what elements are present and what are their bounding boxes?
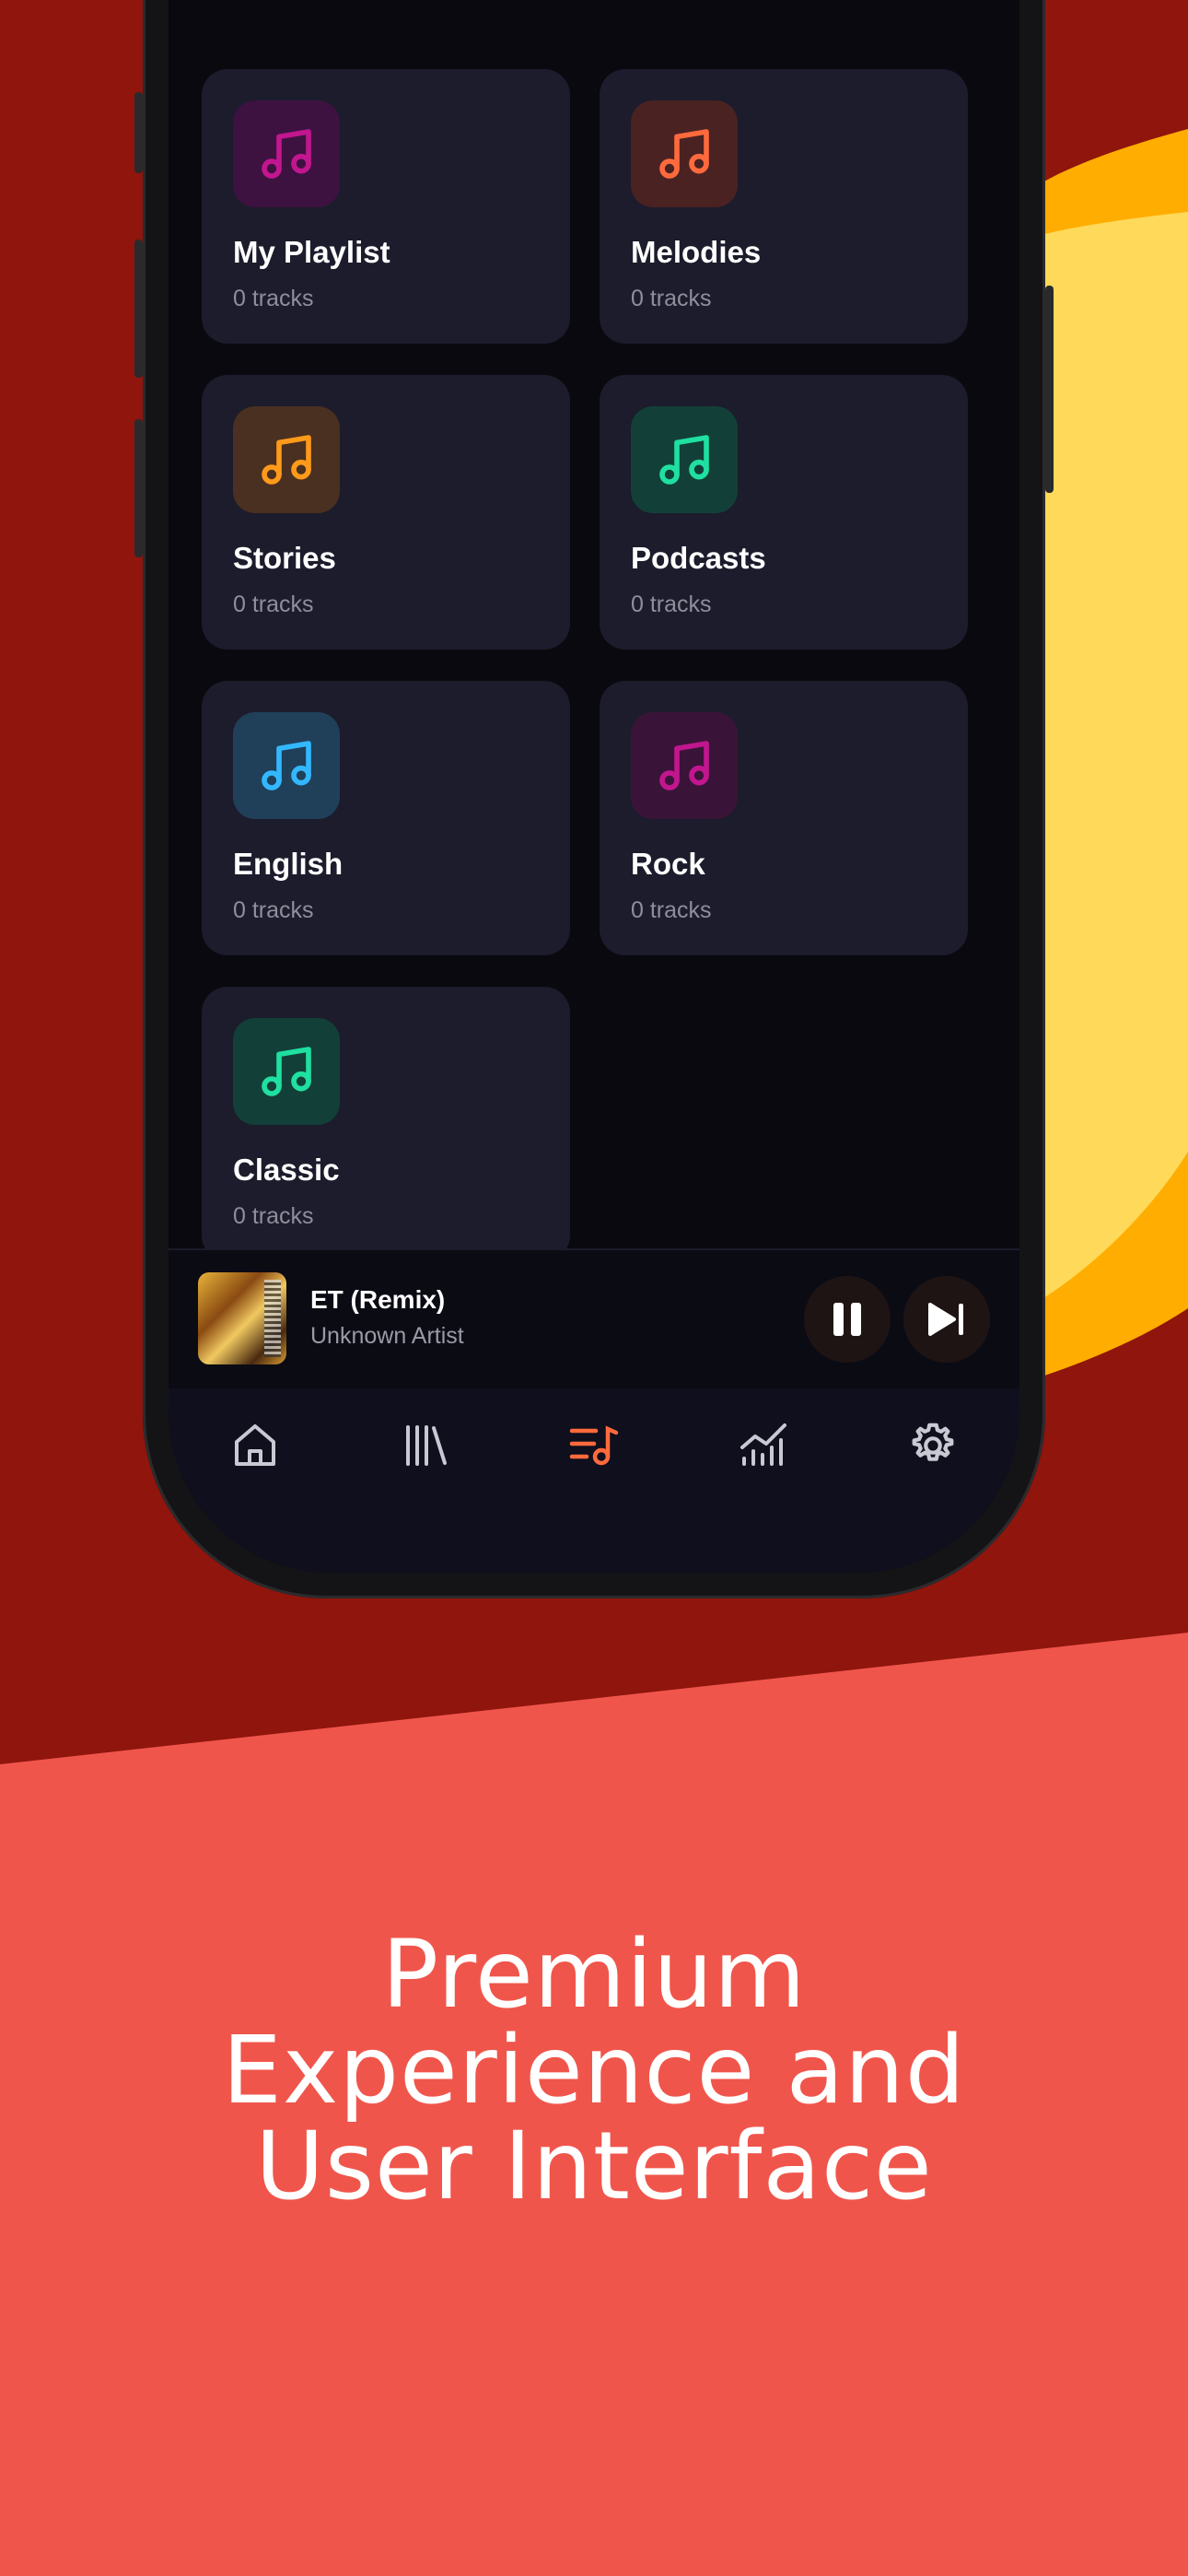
album-art: [198, 1272, 286, 1364]
playlist-card[interactable]: Rock 0 tracks: [600, 681, 968, 955]
playlist-card[interactable]: English 0 tracks: [202, 681, 570, 955]
headline-line-1: Premium: [381, 1920, 807, 2030]
phone-side-button: [134, 92, 143, 173]
phone-side-button: [1045, 286, 1054, 493]
phone-frame: My Playlist 0 tracks Melodies 0 tracks Stori…: [134, 0, 1054, 1598]
playlist-card[interactable]: Podcasts 0 tracks: [600, 375, 968, 650]
music-note-icon: [262, 435, 311, 485]
track-artist: Unknown Artist: [310, 1323, 464, 1349]
playlist-icon-tile: [233, 406, 340, 513]
playlist-name: English: [233, 847, 344, 881]
playlist-card[interactable]: Melodies 0 tracks: [600, 69, 968, 344]
music-note-icon: [659, 435, 709, 485]
playlist-icon-tile: [233, 100, 340, 207]
gear-icon: [912, 1423, 954, 1461]
playlist-track-count: 0 tracks: [233, 591, 314, 617]
playlist-name: Stories: [233, 541, 336, 575]
music-note-icon: [262, 129, 311, 179]
playlist-icon-tile: [233, 1018, 340, 1125]
tab-library[interactable]: [388, 1409, 461, 1482]
playlist-card[interactable]: My Playlist 0 tracks: [202, 69, 570, 344]
phone-side-button: [134, 240, 143, 378]
pause-icon: [833, 1303, 861, 1336]
music-note-icon: [262, 1047, 311, 1096]
track-title: ET (Remix): [310, 1285, 446, 1314]
playlist-name: Classic: [233, 1153, 340, 1187]
headline-line-3: User Interface: [255, 2112, 933, 2221]
mini-player[interactable]: ET (Remix) Unknown Artist: [169, 1248, 1019, 1390]
playlist-icon: [569, 1425, 619, 1466]
playlist-name: Rock: [631, 847, 705, 881]
playlist-card[interactable]: Classic 0 tracks: [202, 987, 570, 1261]
music-note-icon: [659, 129, 709, 179]
home-icon: [235, 1424, 275, 1466]
tab-home[interactable]: [218, 1409, 292, 1482]
skip-next-icon: [928, 1303, 963, 1336]
headline: Premium Experience and User Interface: [0, 1927, 1188, 2215]
tab-stats[interactable]: [727, 1409, 800, 1482]
music-note-icon: [262, 741, 311, 790]
playlist-card[interactable]: Stories 0 tracks: [202, 375, 570, 650]
playlist-track-count: 0 tracks: [233, 897, 314, 923]
headline-line-2: Experience and: [222, 2016, 966, 2125]
library-icon: [406, 1425, 447, 1466]
playlist-icon-tile: [631, 100, 738, 207]
stats-icon: [740, 1423, 786, 1466]
pause-button[interactable]: [804, 1276, 891, 1363]
tab-settings[interactable]: [896, 1409, 970, 1482]
playlist-track-count: 0 tracks: [233, 1203, 314, 1229]
phone-side-button: [134, 419, 143, 557]
playlist-track-count: 0 tracks: [631, 591, 712, 617]
playlist-icon-tile: [631, 712, 738, 819]
music-note-icon: [659, 741, 709, 790]
playlist-name: My Playlist: [233, 235, 390, 269]
app-screen: My Playlist 0 tracks Melodies 0 tracks Stori…: [169, 0, 1019, 1573]
playlist-track-count: 0 tracks: [631, 897, 712, 923]
playlist-track-count: 0 tracks: [631, 286, 712, 311]
playlist-icon-tile: [233, 712, 340, 819]
tab-playlists[interactable]: [557, 1409, 631, 1482]
playlist-name: Podcasts: [631, 541, 766, 575]
bottom-tab-bar: [169, 1388, 1019, 1573]
playlist-name: Melodies: [631, 235, 762, 269]
next-button[interactable]: [903, 1276, 990, 1363]
playlist-track-count: 0 tracks: [233, 286, 314, 311]
playlist-icon-tile: [631, 406, 738, 513]
